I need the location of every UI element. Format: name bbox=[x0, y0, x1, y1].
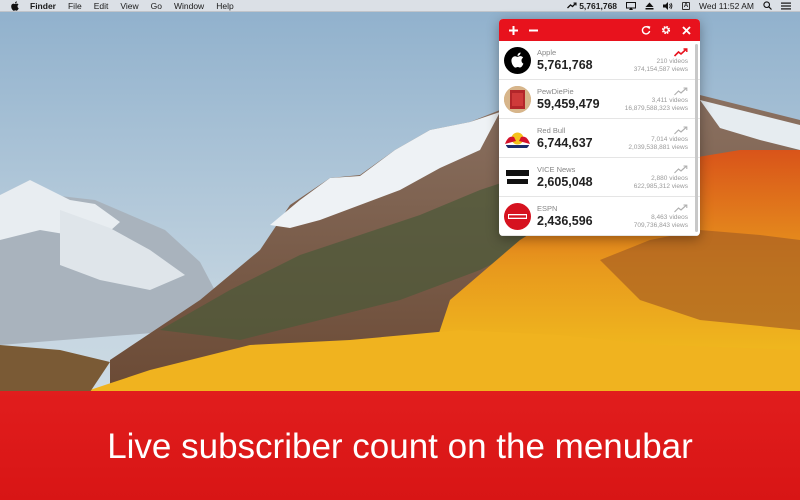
view-count: 622,985,312 views bbox=[633, 182, 688, 190]
subscriber-count: 6,744,637 bbox=[537, 135, 593, 150]
trend-up-icon bbox=[567, 2, 577, 9]
menubar-clock[interactable]: Wed 11:52 AM bbox=[699, 1, 754, 11]
channel-name: VICE News bbox=[537, 164, 576, 174]
refresh-icon[interactable] bbox=[639, 23, 653, 37]
menu-edit[interactable]: Edit bbox=[94, 0, 109, 12]
list-item[interactable]: PewDiePie 59,459,479 3,411 videos 16,879… bbox=[499, 80, 700, 119]
banner-caption: Live subscriber count on the menubar bbox=[107, 427, 693, 466]
video-count: 8,463 videos bbox=[651, 213, 688, 221]
view-count: 709,736,843 views bbox=[633, 221, 688, 229]
redbull-logo-icon bbox=[504, 124, 531, 152]
list-item[interactable]: ESPN 2,436,596 8,463 videos 709,736,843 … bbox=[499, 197, 700, 236]
gear-icon[interactable] bbox=[659, 23, 673, 37]
channel-name: Apple bbox=[537, 47, 557, 57]
trend-flat-icon bbox=[674, 86, 688, 95]
subscriber-count: 2,436,596 bbox=[537, 213, 593, 228]
eject-icon[interactable] bbox=[645, 2, 654, 10]
list-scrollbar[interactable] bbox=[695, 44, 698, 232]
view-count: 16,879,588,323 views bbox=[624, 104, 688, 112]
close-icon[interactable] bbox=[679, 23, 693, 37]
plus-icon[interactable] bbox=[506, 23, 520, 37]
channel-name: ESPN bbox=[537, 203, 558, 213]
trend-up-icon bbox=[674, 47, 688, 57]
espn-logo-icon bbox=[504, 202, 531, 230]
minus-icon[interactable] bbox=[526, 23, 540, 37]
subscriber-status-item[interactable]: 5,761,768 bbox=[567, 1, 617, 11]
menu-bar: Finder File Edit View Go Window Help 5,7… bbox=[0, 0, 800, 12]
trend-flat-icon bbox=[674, 125, 688, 134]
channel-name: Red Bull bbox=[537, 125, 566, 135]
menu-app-name[interactable]: Finder bbox=[30, 0, 56, 12]
search-icon[interactable] bbox=[763, 1, 772, 10]
airplay-icon[interactable] bbox=[626, 1, 637, 10]
menu-window[interactable]: Window bbox=[174, 0, 204, 12]
video-count: 3,411 videos bbox=[651, 96, 688, 104]
list-icon[interactable] bbox=[781, 2, 791, 10]
list-item[interactable]: VICE News 2,605,048 2,880 videos 622,985… bbox=[499, 158, 700, 197]
pewdiepie-avatar bbox=[504, 85, 531, 113]
apple-menu-icon[interactable] bbox=[11, 0, 21, 11]
apple-logo-icon bbox=[504, 46, 531, 74]
subscriber-count: 2,605,048 bbox=[537, 174, 593, 189]
trend-flat-icon bbox=[674, 164, 688, 173]
menu-help[interactable]: Help bbox=[216, 0, 233, 12]
subscriber-count: 59,459,479 bbox=[537, 96, 600, 111]
subscriber-count: 5,761,768 bbox=[537, 57, 593, 72]
video-count: 2,880 videos bbox=[651, 174, 688, 182]
vice-news-logo-icon bbox=[504, 163, 531, 191]
channel-list: Apple 5,761,768 210 videos 374,154,587 v… bbox=[499, 41, 700, 236]
caption-banner: Live subscriber count on the menubar bbox=[0, 391, 800, 500]
status-area: 5,761,768 A Wed 11:52 AM bbox=[558, 0, 800, 12]
input-source-icon[interactable]: A bbox=[682, 1, 691, 10]
video-count: 210 videos bbox=[656, 57, 688, 65]
menu-file[interactable]: File bbox=[68, 0, 82, 12]
view-count: 2,039,538,881 views bbox=[628, 143, 688, 151]
video-count: 7,014 videos bbox=[651, 135, 688, 143]
view-count: 374,154,587 views bbox=[633, 65, 688, 73]
menu-view[interactable]: View bbox=[120, 0, 138, 12]
volume-icon[interactable] bbox=[663, 1, 673, 10]
trend-flat-icon bbox=[674, 203, 688, 212]
list-item[interactable]: Red Bull 6,744,637 7,014 videos 2,039,53… bbox=[499, 119, 700, 158]
channel-name: PewDiePie bbox=[537, 86, 574, 96]
popover-header bbox=[499, 19, 700, 41]
menu-go[interactable]: Go bbox=[151, 0, 162, 12]
list-item[interactable]: Apple 5,761,768 210 videos 374,154,587 v… bbox=[499, 41, 700, 80]
menubar-subscriber-count: 5,761,768 bbox=[579, 0, 618, 11]
subscriber-popover: Apple 5,761,768 210 videos 374,154,587 v… bbox=[499, 19, 700, 236]
